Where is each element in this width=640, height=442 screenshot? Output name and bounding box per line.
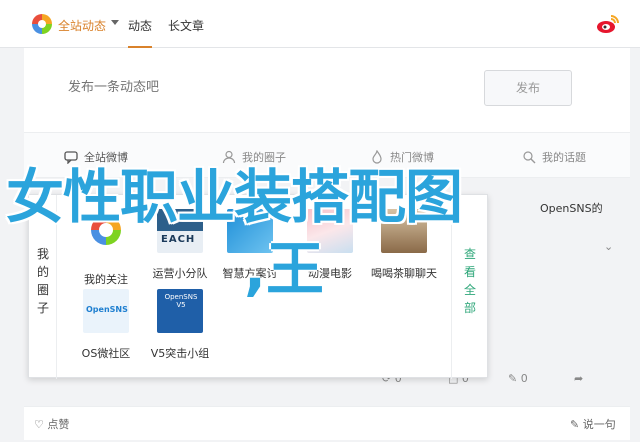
opensns-v5-text: OpenSNS V5 [164, 293, 198, 309]
weibo-icon[interactable] [596, 13, 620, 35]
overlay-subtitle: ,王 [244, 235, 325, 303]
footer-bar: ♡ 点赞 ✎ 说一句 [24, 406, 630, 440]
app-v5-squad[interactable]: OpenSNS V5 V5突击小组 [145, 289, 215, 361]
tab-dynamics[interactable]: 动态 [128, 17, 153, 48]
say-label: 说一句 [582, 418, 616, 431]
search-icon [523, 151, 536, 164]
app-thumbnail: OpenSNS [83, 289, 129, 333]
like-button[interactable]: ♡ 点赞 [34, 416, 69, 432]
app-name: V5突击小组 [150, 347, 210, 360]
app-name: 运营小分队 [152, 267, 208, 280]
overlay-title: 女性职业装搭配图 [6, 163, 463, 231]
publish-button[interactable]: 发布 [484, 70, 572, 106]
share-icon[interactable]: ➦ [574, 372, 583, 385]
tab-long-articles[interactable]: 长文章 [168, 17, 204, 34]
share-label: 我的话题 [542, 151, 586, 164]
my-circles-label: 我的圈子 [36, 247, 49, 315]
view-all-link[interactable]: 查看全部 [463, 245, 477, 317]
side-tag: OpenSNS的 [540, 202, 603, 215]
composer: 发布 [24, 48, 630, 132]
like-label: 点赞 [47, 418, 70, 431]
app-name: 喝喝茶聊聊天 [371, 267, 437, 280]
site-logo-icon[interactable] [32, 14, 52, 34]
chevron-down-icon[interactable] [111, 20, 119, 25]
app-thumbnail: OpenSNS V5 [157, 289, 203, 333]
chevron-down-icon[interactable]: ⌄ [604, 240, 613, 253]
site-dynamics-link[interactable]: 全站动态 [58, 17, 106, 34]
app-os-community[interactable]: OpenSNS OS微社区 [71, 289, 141, 361]
edit-action[interactable]: ✎ 0 [508, 372, 528, 385]
share-my-topics[interactable]: 我的话题 [522, 149, 586, 165]
teach-text: EACH [161, 234, 196, 245]
comment-button[interactable]: ✎ 说一句 [570, 416, 616, 432]
composer-input[interactable] [68, 80, 428, 95]
top-bar: 全站动态 动态 长文章 [0, 0, 640, 48]
app-name: 我的关注 [84, 273, 128, 286]
opensns-logo-text: OpenSNS [86, 305, 128, 314]
app-name: OS微社区 [81, 347, 131, 360]
edit-count: 0 [520, 372, 528, 385]
